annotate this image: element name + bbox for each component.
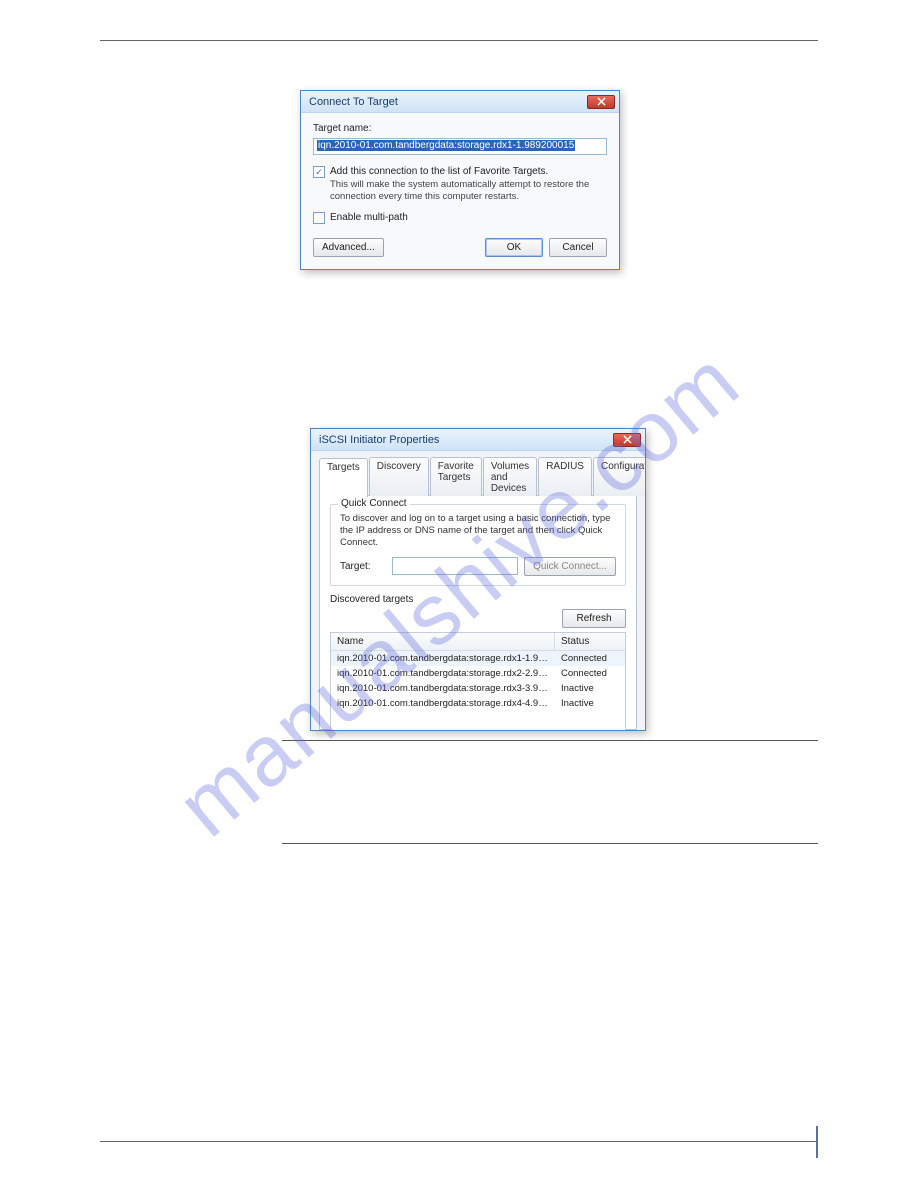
tab-radius[interactable]: RADIUS: [538, 457, 592, 496]
list-item-status: Connected: [555, 668, 625, 679]
col-name[interactable]: Name: [331, 633, 555, 650]
ok-button[interactable]: OK: [485, 238, 543, 257]
discovered-targets-list[interactable]: Name Status iqn.2010-01.com.tandbergdata…: [330, 632, 626, 731]
dialog2-titlebar[interactable]: iSCSI Initiator Properties: [311, 429, 645, 451]
list-item-status: Inactive: [555, 698, 625, 709]
dialog1-titlebar[interactable]: Connect To Target: [301, 91, 619, 113]
cancel-button[interactable]: Cancel: [549, 238, 607, 257]
page-right-rule: [816, 1126, 818, 1158]
list-item-status: Inactive: [555, 683, 625, 694]
list-item[interactable]: iqn.2010-01.com.tandbergdata:storage.rdx…: [331, 696, 625, 711]
target-name-label: Target name:: [313, 123, 607, 134]
list-item[interactable]: iqn.2010-01.com.tandbergdata:storage.rdx…: [331, 681, 625, 696]
list-item[interactable]: iqn.2010-01.com.tandbergdata:storage.rdx…: [331, 651, 625, 666]
close-icon[interactable]: [613, 433, 641, 447]
quick-connect-target-input[interactable]: [392, 557, 518, 575]
list-item-name: iqn.2010-01.com.tandbergdata:storage.rdx…: [331, 698, 555, 709]
target-name-value: iqn.2010-01.com.tandbergdata:storage.rdx…: [317, 140, 575, 151]
target-name-input[interactable]: iqn.2010-01.com.tandbergdata:storage.rdx…: [313, 138, 607, 155]
list-item-name: iqn.2010-01.com.tandbergdata:storage.rdx…: [331, 668, 555, 679]
favorite-targets-label: Add this connection to the list of Favor…: [330, 165, 548, 178]
favorite-targets-checkbox[interactable]: [313, 166, 325, 178]
close-icon[interactable]: [587, 95, 615, 109]
quick-connect-target-label: Target:: [340, 561, 386, 572]
quick-connect-desc: To discover and log on to a target using…: [340, 513, 616, 549]
tab-configuration[interactable]: Configuration: [593, 457, 646, 496]
section-rule: [282, 740, 818, 741]
connect-to-target-dialog: Connect To Target Target name: iqn.2010-…: [300, 90, 620, 270]
tab-favorite-targets[interactable]: Favorite Targets: [430, 457, 482, 496]
tab-discovery[interactable]: Discovery: [369, 457, 429, 496]
list-item-status: Connected: [555, 653, 625, 664]
tab-targets[interactable]: Targets: [319, 458, 368, 497]
advanced-button[interactable]: Advanced...: [313, 238, 384, 257]
enable-multipath-checkbox[interactable]: [313, 212, 325, 224]
page-bottom-rule: [100, 1141, 818, 1142]
page-top-rule: [100, 40, 818, 41]
list-item-name: iqn.2010-01.com.tandbergdata:storage.rdx…: [331, 653, 555, 664]
list-item-name: iqn.2010-01.com.tandbergdata:storage.rdx…: [331, 683, 555, 694]
discovered-targets-legend: Discovered targets: [330, 594, 626, 605]
dialog1-title: Connect To Target: [309, 96, 398, 108]
quick-connect-group: Quick Connect To discover and log on to …: [330, 504, 626, 586]
refresh-button[interactable]: Refresh: [562, 609, 626, 628]
iscsi-initiator-properties-dialog: iSCSI Initiator Properties Targets Disco…: [310, 428, 646, 731]
tab-volumes-devices[interactable]: Volumes and Devices: [483, 457, 537, 496]
enable-multipath-label: Enable multi-path: [330, 211, 408, 224]
favorite-targets-desc: This will make the system automatically …: [330, 179, 607, 203]
section-rule: [282, 843, 818, 844]
quick-connect-button[interactable]: Quick Connect...: [524, 557, 616, 576]
list-header: Name Status: [331, 633, 625, 651]
tab-strip: Targets Discovery Favorite Targets Volum…: [319, 457, 637, 496]
col-status[interactable]: Status: [555, 633, 625, 650]
dialog2-title: iSCSI Initiator Properties: [319, 434, 439, 446]
tab-page-targets: Quick Connect To discover and log on to …: [319, 495, 637, 730]
discovered-targets-group: Discovered targets Refresh Name Status i…: [330, 594, 626, 731]
list-item[interactable]: iqn.2010-01.com.tandbergdata:storage.rdx…: [331, 666, 625, 681]
quick-connect-legend: Quick Connect: [338, 498, 410, 509]
